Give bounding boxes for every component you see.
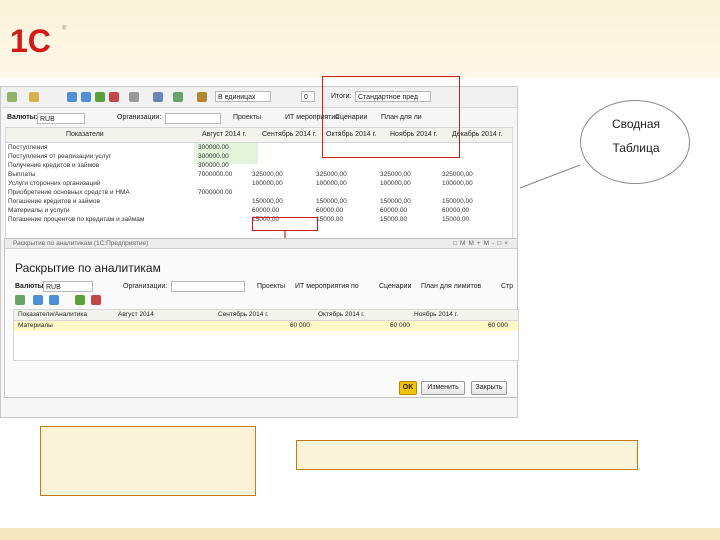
analytics-header-sep: Сентябрь 2014 г. [218,311,269,318]
analytics-row-sep: 60 000 [290,322,310,329]
delete-row-icon[interactable] [91,295,101,305]
analytics-header-oct: Октябрь 2014 г. [318,311,365,318]
dialog-title: Раскрытие по аналитикам (1С:Предприятие) [13,240,149,247]
dialog-project-label: Проекты [257,283,286,290]
analytics-header: Показатели/Аналитика Август 2014 Сентябр… [14,310,518,321]
analytics-row[interactable]: Материалы 60 000 60 000 60 000 [14,321,518,331]
analytics-row-oct: 60 000 [390,322,410,329]
analytics-header-aug: Август 2014 [118,311,154,318]
dialog-org-label: Организации: [123,283,168,290]
note-box-left [40,426,256,496]
dialog-currency-field[interactable]: RUB [43,281,93,292]
dialog-heading: Раскрытие по аналитикам [15,261,161,275]
close-button[interactable]: Закрыть [471,381,507,395]
callout-bubble: Сводная Таблица [580,100,690,184]
dialog-plan-label: План для лимитов [421,283,482,290]
add-row-icon[interactable] [75,295,85,305]
analytics-dialog: Раскрытие по аналитикам (1С:Предприятие)… [4,238,519,398]
callout-line-2: Таблица [612,141,660,155]
analytics-header-name: Показатели/Аналитика [18,311,87,318]
dialog-org-field[interactable] [171,281,245,292]
window-controls[interactable]: □MM+M-□× [453,239,511,249]
note-box-right [296,440,638,470]
dialog-it-label: ИТ мероприятия по [295,283,359,290]
ok-button[interactable]: OK [399,381,417,395]
change-button[interactable]: Изменить [421,381,465,395]
analytics-header-nov: Ноябрь 2014 г. [414,311,459,318]
refresh-icon[interactable] [15,295,25,305]
callout-line-1: Сводная [611,117,661,131]
callout-pointer [519,164,581,189]
dialog-scenario-label: Сценарии [379,283,412,290]
dialog-title-bar: Раскрытие по аналитикам (1С:Предприятие)… [5,239,517,249]
analytics-row-name: Материалы [18,322,53,329]
dialog-extra-label: Стр [501,283,514,290]
analytics-row-nov: 60 000 [488,322,508,329]
sort-asc-icon[interactable] [33,295,43,305]
slide-footer-band [0,528,720,540]
sort-desc-icon[interactable] [49,295,59,305]
analytics-grid: Показатели/Аналитика Август 2014 Сентябр… [13,309,519,361]
dialog-currency-label: Валюты: [15,283,46,290]
